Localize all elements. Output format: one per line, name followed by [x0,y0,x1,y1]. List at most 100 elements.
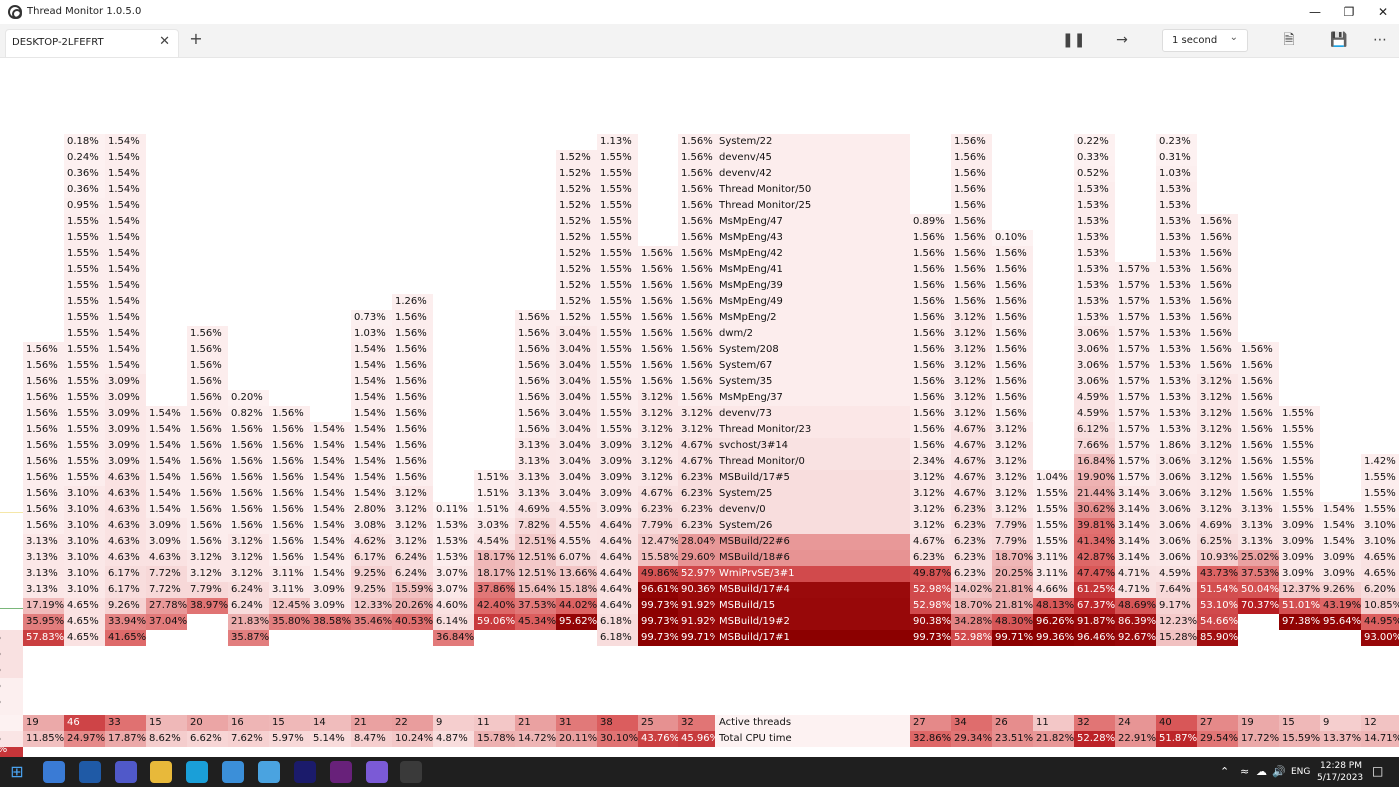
thread-label[interactable]: WmiPrvSE/3#1 [715,566,910,582]
thread-label[interactable]: MSBuild/17#4 [715,582,910,598]
cpu-cell: 1.56% [23,470,64,486]
thread-label[interactable]: devenv/42 [715,166,910,182]
cpu-cell: 6.23% [951,502,992,518]
thread-label[interactable]: MsMpEng/39 [715,278,910,294]
thread-label[interactable]: devenv/0 [715,502,910,518]
thread-label[interactable]: MsMpEng/49 [715,294,910,310]
cpu-cell: 4.69% [515,502,556,518]
language-indicator[interactable]: ENG [1291,767,1310,777]
minimize-icon[interactable]: — [1298,0,1332,24]
thread-label[interactable]: MSBuild/19#2 [715,614,910,630]
thread-label[interactable]: MsMpEng/47 [715,214,910,230]
close-icon[interactable]: ✕ [159,34,170,49]
visual-studio-preview-icon[interactable] [366,761,388,783]
thread-label[interactable]: MsMpEng/43 [715,230,910,246]
thread-label[interactable]: Thread Monitor/0 [715,454,910,470]
cpu-cell: 1.56% [187,454,228,470]
cpu-cell: 1.56% [187,422,228,438]
thread-label[interactable]: Thread Monitor/25 [715,198,910,214]
notification-icon[interactable]: □ [1372,764,1383,778]
file-icon[interactable]: 🗎 [1278,29,1300,51]
thread-label[interactable]: MsMpEng/41 [715,262,910,278]
windows-start-icon[interactable]: ⊞ [6,761,28,783]
plus-icon[interactable]: + [188,29,204,51]
cpu-cell: 50.04% [1238,582,1279,598]
clock-time[interactable]: 12:28 PM [1320,761,1362,771]
chevron-up-icon[interactable]: ⌃ [1220,765,1229,778]
cpu-cell: 1.56% [392,342,433,358]
cpu-cell: 1.56% [951,150,992,166]
interval-select[interactable]: 1 second ⌄ [1162,29,1248,52]
cpu-cell: 35.80% [269,614,310,630]
thread-monitor-icon[interactable] [400,761,422,783]
powershell-icon[interactable] [258,761,280,783]
thread-label[interactable]: System/208 [715,342,910,358]
thread-label[interactable]: System/22 [715,134,910,150]
cpu-cell: 9.25% [351,582,392,598]
thread-label[interactable]: dwm/2 [715,326,910,342]
more-icon[interactable]: ⋯ [1369,29,1391,51]
clock-date[interactable]: 5/17/2023 [1317,773,1363,783]
cpu-cell: 90.38% [910,614,951,630]
pause-icon[interactable]: ❚❚ [1062,29,1085,51]
network-icon[interactable]: ≈ [1240,765,1249,778]
cpu-cell: 1.55% [597,278,638,294]
cpu-cell: 1.56% [951,262,992,278]
restore-icon[interactable]: ❐ [1332,0,1366,24]
tab-desktop[interactable]: DESKTOP-2LFEFRT ✕ [5,29,179,57]
cpu-cell: 1.56% [910,390,951,406]
cloud-icon[interactable]: ☁ [1256,765,1267,778]
thread-label[interactable]: Thread Monitor/23 [715,422,910,438]
edge-icon[interactable] [186,761,208,783]
volume-icon[interactable]: 🔊 [1272,765,1286,778]
thread-label[interactable]: System/26 [715,518,910,534]
thread-label[interactable]: MsMpEng/2 [715,310,910,326]
thread-label[interactable]: Thread Monitor/50 [715,182,910,198]
remote-desktop-icon[interactable] [294,761,316,783]
thread-label[interactable]: svchost/3#14 [715,438,910,454]
cpu-cell: 1.53% [1074,262,1115,278]
cpu-cell: 4.67% [951,454,992,470]
cpu-cell: 1.56% [23,518,64,534]
cpu-cell: 1.54% [310,518,351,534]
cpu-cell: 1.54% [351,406,392,422]
cpu-cell: 3.11% [269,566,310,582]
visual-studio-icon[interactable] [330,761,352,783]
cpu-cell: 1.52% [556,182,597,198]
cpu-cell: 1.56% [515,406,556,422]
thread-label[interactable]: MSBuild/15 [715,598,910,614]
thread-label[interactable]: devenv/73 [715,406,910,422]
calculator-icon[interactable] [222,761,244,783]
cpu-cell: 1.57% [1115,470,1156,486]
thread-label[interactable]: MSBuild/17#5 [715,470,910,486]
cpu-cell: 1.55% [1279,438,1320,454]
thread-label[interactable]: MSBuild/18#6 [715,550,910,566]
cpu-cell: 3.09% [105,374,146,390]
cpu-cell: 12.33% [351,598,392,614]
cpu-cell: 3.12% [638,406,679,422]
cpu-cell: 1.56% [992,406,1033,422]
cpu-cell: 1.56% [1238,438,1279,454]
thread-label[interactable]: System/35 [715,374,910,390]
cpu-cell: 6.18% [597,630,638,646]
thread-label[interactable]: MSBuild/17#1 [715,630,910,646]
file-explorer-icon[interactable] [150,761,172,783]
teams-icon[interactable] [115,761,137,783]
thread-label[interactable]: MsMpEng/42 [715,246,910,262]
cpu-cell: 1.53% [1156,406,1197,422]
thread-label[interactable]: devenv/45 [715,150,910,166]
store-icon[interactable] [43,761,65,783]
edge-dev-icon[interactable] [79,761,101,783]
cpu-cell: 1.54% [146,422,187,438]
cpu-cell: 12.23% [1156,614,1197,630]
cpu-cell: 1.54% [105,310,146,326]
thread-label[interactable]: MsMpEng/37 [715,390,910,406]
close-icon[interactable]: ✕ [1366,0,1399,24]
thread-label[interactable]: MSBuild/22#6 [715,534,910,550]
arrow-right-icon[interactable]: → [1111,29,1133,51]
save-icon[interactable]: 💾 [1328,29,1350,51]
thread-label[interactable]: System/67 [715,358,910,374]
thread-label[interactable]: System/25 [715,486,910,502]
cpu-cell: 15.18% [556,582,597,598]
cpu-cell: 1.55% [597,262,638,278]
